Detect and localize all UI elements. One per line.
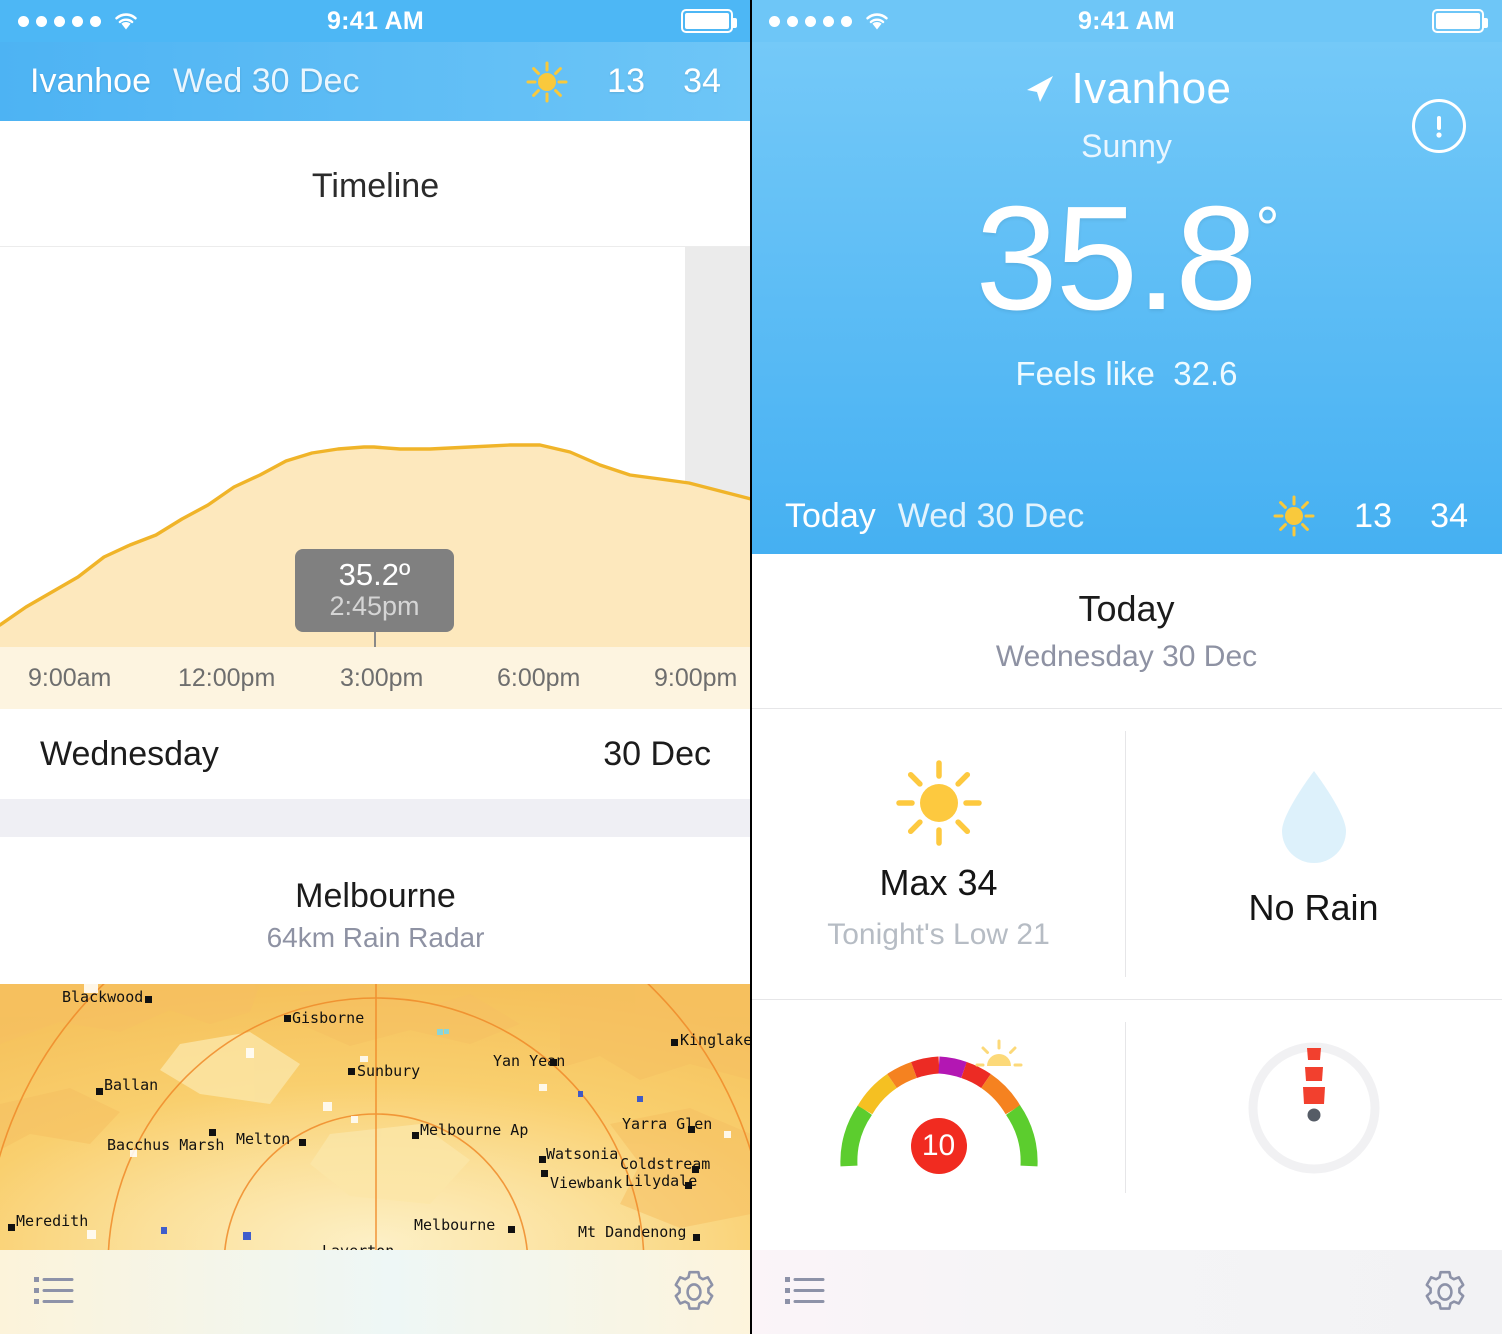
hero-location-row[interactable]: Ivanhoe <box>751 42 1502 114</box>
today-min-temp: 13 <box>1354 496 1392 535</box>
map-place-label: Viewbank <box>550 1174 623 1192</box>
hero-condition: Sunny <box>1081 128 1172 164</box>
hero-temperature-row: 35.8° <box>751 185 1502 333</box>
current-conditions-hero: Ivanhoe Sunny 35.8° Feels like 32.6 Toda… <box>751 42 1502 554</box>
today-summary-bar[interactable]: Today Wed 30 Dec 13 34 <box>751 478 1502 554</box>
map-place-label: Bacchus Marsh <box>107 1136 225 1154</box>
header-location: Ivanhoe <box>30 62 151 100</box>
wind-tile[interactable] <box>1126 1000 1501 1215</box>
feels-like-row: Feels like 32.6 <box>751 355 1502 393</box>
left-screen-timeline: 9:41 AM Ivanhoe Wed 30 Dec 13 34 Timelin… <box>0 0 751 1334</box>
battery-full-icon <box>1432 9 1488 33</box>
axis-tick-4: 9:00pm <box>654 663 738 692</box>
raindrop-icon <box>1281 771 1346 863</box>
sun-icon <box>526 61 568 102</box>
exclamation-glyph <box>1436 116 1442 138</box>
feels-like-label: Feels like <box>1015 355 1155 392</box>
temperature-tooltip[interactable]: 35.2º 2:45pm <box>295 549 454 632</box>
rain-radar-card[interactable]: Melbourne 64km Rain Radar Blackwood Gisb… <box>0 837 751 1266</box>
sun-icon <box>895 760 982 846</box>
status-bar-right: 9:41 AM <box>751 0 1502 42</box>
left-location-header[interactable]: Ivanhoe Wed 30 Dec 13 34 <box>0 42 751 121</box>
tonight-low-label: Tonight's Low 21 <box>827 918 1050 951</box>
axis-tick-0: 9:00am <box>28 663 112 692</box>
map-place-label: Melton <box>236 1130 291 1148</box>
list-icon[interactable] <box>785 1274 825 1310</box>
status-bar-time: 9:41 AM <box>326 6 425 35</box>
header-min-temp: 13 <box>607 62 645 100</box>
uv-index-tile[interactable]: 10 <box>751 1000 1126 1215</box>
tooltip-time: 2:45pm <box>329 591 420 622</box>
status-bar-time: 9:41 AM <box>1077 6 1176 35</box>
timeline-card: Timeline 35.2º 2:45pm 9:00am 12:00pm 3:0… <box>0 121 751 799</box>
detail-tiles-row-2: 10 <box>751 1000 1502 1215</box>
tooltip-stem <box>374 632 376 647</box>
section-gap <box>0 799 751 837</box>
timeline-day-row[interactable]: Wednesday 30 Dec <box>0 709 751 799</box>
map-place-label: Ballan <box>104 1076 159 1094</box>
dual-screen-container: 9:41 AM Ivanhoe Wed 30 Dec 13 34 Timelin… <box>0 0 1502 1334</box>
gear-icon[interactable] <box>671 1269 717 1315</box>
today-max-temp: 34 <box>1430 496 1468 535</box>
map-place-label: Lilydale <box>625 1172 698 1190</box>
rain-label: No Rain <box>1248 887 1379 928</box>
map-place-label: Blackwood <box>62 988 144 1006</box>
map-place-label: Coldstream <box>620 1155 711 1173</box>
map-place-label: Watsonia <box>546 1145 619 1163</box>
radar-subtitle: 64km Rain Radar <box>266 922 485 953</box>
timeline-title: Timeline <box>311 167 440 205</box>
max-temp-label: Max 34 <box>879 862 998 903</box>
map-place-label: Sunbury <box>357 1062 421 1080</box>
day-subtitle: Wednesday 30 Dec <box>751 640 1502 708</box>
header-date: Wed 30 Dec <box>173 62 360 100</box>
battery-indicator <box>1432 9 1488 33</box>
feels-like-value: 32.6 <box>1173 355 1238 392</box>
map-place-label: Mt Dandenong <box>578 1223 687 1241</box>
map-place-label: Yarra Glen <box>622 1115 713 1133</box>
today-label: Today <box>785 496 876 535</box>
map-place-label: Gisborne <box>292 1009 365 1027</box>
hero-temperature: 35.8 <box>975 176 1257 341</box>
map-place-label: Meredith <box>16 1212 89 1230</box>
axis-tick-2: 3:00pm <box>340 663 424 692</box>
day-title: Today <box>751 554 1502 640</box>
today-date: Wed 30 Dec <box>897 496 1085 535</box>
gear-icon[interactable] <box>1422 1269 1468 1315</box>
map-place-label: Yan Yean <box>493 1052 566 1070</box>
map-place-label: Melbourne <box>414 1216 496 1234</box>
screen-divider <box>750 0 752 1334</box>
right-screen-today: 9:41 AM Ivanhoe Sunny 35.8° Feels like 3… <box>751 0 1502 1334</box>
detail-tiles-row-1: Max 34 Tonight's Low 21 No Rain <box>751 709 1502 999</box>
header-max-temp: 34 <box>683 62 721 100</box>
radar-map-image[interactable]: Blackwood Gisborne Ballan Sunbury Yan Ye… <box>0 984 751 1266</box>
map-place-label: Kinglake <box>680 1031 751 1049</box>
day-name: Wednesday <box>40 734 219 773</box>
day-date: 30 Dec <box>603 734 711 773</box>
rain-tile[interactable]: No Rain <box>1126 709 1501 999</box>
location-arrow-icon <box>1027 76 1054 102</box>
radar-title: Melbourne <box>295 877 456 915</box>
alert-exclamation-icon[interactable] <box>1412 99 1466 153</box>
bottom-toolbar-left <box>0 1250 751 1334</box>
list-icon[interactable] <box>34 1274 74 1310</box>
map-place-label: Melbourne Ap <box>420 1121 529 1139</box>
status-bar-left: 9:41 AM <box>0 0 751 42</box>
axis-tick-3: 6:00pm <box>497 663 581 692</box>
hero-location-name: Ivanhoe <box>1071 64 1232 113</box>
uv-index-value: 10 <box>910 1118 967 1174</box>
tooltip-temperature: 35.2º <box>338 556 411 592</box>
degree-symbol: ° <box>1255 195 1280 262</box>
axis-tick-1: 12:00pm <box>178 663 276 692</box>
wind-compass-icon <box>1248 1042 1379 1173</box>
bottom-toolbar-right <box>751 1250 1502 1334</box>
sun-icon <box>1273 495 1315 537</box>
temperature-chart[interactable]: 35.2º 2:45pm <box>0 247 751 647</box>
max-temp-tile[interactable]: Max 34 Tonight's Low 21 <box>751 709 1126 999</box>
chart-x-axis: 9:00am 12:00pm 3:00pm 6:00pm 9:00pm <box>0 647 751 709</box>
battery-indicator <box>681 9 737 33</box>
battery-full-icon <box>681 9 737 33</box>
